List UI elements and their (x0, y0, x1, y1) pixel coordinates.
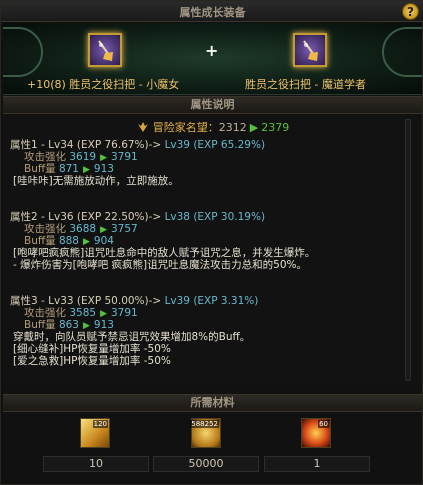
title-bar[interactable]: 属性成长装备 ? (1, 1, 423, 22)
fame-to: 2379 (261, 121, 290, 134)
material-tag: 60 (318, 420, 329, 428)
attribute-2: 属性2 - Lv36 (EXP 22.50%)-> Lv38 (EXP 30.1… (10, 211, 402, 271)
stat-row: Buff量 863 ▶ 913 (24, 319, 114, 331)
increase-arrow-icon: ▶ (100, 225, 107, 235)
stat-row: Buff量 871 ▶ 913 (24, 163, 114, 175)
target-equipment-name: 胜员之役扫把 - 魔道学者 (245, 78, 366, 91)
attribute-3: 属性3 - Lv33 (EXP 50.00%)-> Lv39 (EXP 3.31… (10, 295, 402, 367)
banner-ornament-right (382, 27, 422, 77)
fame-from: 2312 (218, 121, 247, 134)
attribute-note: [细心缝补]HP恢复量增加率 -50% (13, 343, 171, 355)
attribute-note: 穿戴时，向队员赋予禁忌诅咒效果增加8%的Buff。 (13, 331, 251, 343)
increase-arrow-icon: ▶ (82, 321, 90, 331)
combine-plus: + (205, 41, 219, 60)
material-tag: 588252 (190, 420, 219, 428)
stat-row: 攻击强化 3619 ▶ 3791 (24, 151, 138, 163)
target-equipment-slot[interactable] (293, 33, 327, 67)
source-equipment-slot[interactable] (88, 33, 122, 67)
material-tag: 120 (92, 420, 108, 428)
increase-arrow-icon: ▶ (100, 309, 107, 319)
fire-orb-icon[interactable]: 60 (301, 418, 331, 448)
material-count: 10 (43, 456, 149, 472)
increase-arrow-icon: ▶ (82, 165, 90, 175)
gold-crystal-icon[interactable]: 120 (80, 418, 110, 448)
fame-arrow-icon: ▶ (249, 121, 259, 134)
attribute-note: [爱之急救]HP恢复量增加率 -50% (13, 355, 171, 367)
stat-row: 攻击强化 3585 ▶ 3791 (24, 307, 138, 319)
equipment-banner: + +10(8) 胜员之役扫把 - 小魔女 胜员之役扫把 - 魔道学者 (3, 23, 422, 95)
source-equipment-name: +10(8) 胜员之役扫把 - 小魔女 (27, 78, 180, 91)
growth-equipment-window: 属性成长装备 ? + +10(8) 胜员之役扫把 - 小魔女 胜员之役扫把 - … (0, 0, 423, 485)
attribute-title: 属性1 - Lv34 (EXP 76.67%)-> Lv39 (EXP 65.2… (10, 139, 266, 151)
stat-row: 攻击强化 3688 ▶ 3757 (24, 223, 138, 235)
attribute-title: 属性2 - Lv36 (EXP 22.50%)-> Lv38 (EXP 30.1… (10, 211, 266, 223)
attribute-description-header: 属性说明 (3, 96, 422, 114)
broom-icon (303, 40, 318, 61)
banner-ornament-left (3, 27, 43, 77)
increase-arrow-icon: ▶ (100, 153, 107, 163)
broom-icon (98, 40, 113, 61)
material-count: 1 (264, 456, 370, 472)
required-materials-panel: 120 588252 60 10 50000 1 (3, 412, 422, 484)
attribute-1: 属性1 - Lv34 (EXP 76.67%)-> Lv39 (EXP 65.2… (10, 139, 402, 187)
required-materials-header: 所需材料 (3, 394, 422, 412)
fame-label: 冒险家名望： (152, 121, 219, 134)
description-scrollbar[interactable] (405, 119, 411, 381)
adventurer-fame: 冒险家名望：2312 ▶ 2379 (3, 119, 422, 135)
increase-arrow-icon: ▶ (82, 237, 90, 247)
material-count: 50000 (153, 456, 259, 472)
gold-coin-pile-icon[interactable]: 588252 (190, 418, 221, 448)
help-button[interactable]: ? (402, 3, 419, 20)
attribute-title: 属性3 - Lv33 (EXP 50.00%)-> Lv39 (EXP 3.31… (10, 295, 259, 307)
attribute-note: [咆哮吧疯疯熊]诅咒吐息命中的敌人赋予诅咒之息，并发生爆炸。 (13, 247, 316, 259)
fame-laurel-icon (137, 122, 148, 132)
window-title: 属性成长装备 (179, 6, 246, 19)
attribute-description-panel: 冒险家名望：2312 ▶ 2379 属性1 - Lv34 (EXP 76.67%)-… (3, 115, 422, 385)
stat-row: Buff量 888 ▶ 904 (24, 235, 114, 247)
attribute-note: [哇咔咔]无需施放动作，立即施放。 (13, 175, 179, 187)
attribute-note: - 爆炸伤害为[咆哮吧 疯疯熊]诅咒吐息魔法攻击力总和的50%。 (13, 259, 307, 271)
